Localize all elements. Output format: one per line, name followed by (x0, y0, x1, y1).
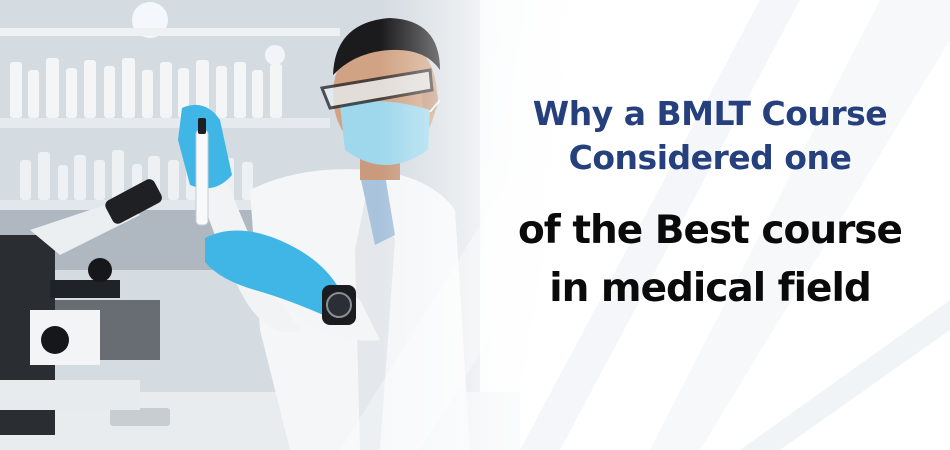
headline-line-3: of the Best course (518, 208, 903, 253)
phone-icon (110, 408, 170, 426)
headline-line-1: Why a BMLT Course (532, 94, 888, 133)
mask-icon (340, 101, 430, 165)
headline-spacer (470, 180, 950, 202)
headline: Why a BMLT Course Considered one of the … (470, 92, 950, 318)
headline-line-4: in medical field (549, 266, 872, 311)
pipette-icon (195, 129, 209, 226)
wristwatch-icon (322, 285, 356, 325)
banner: Why a BMLT Course Considered one of the … (0, 0, 950, 450)
headline-line-2: Considered one (568, 138, 852, 177)
ceiling-light-icon (265, 45, 285, 65)
